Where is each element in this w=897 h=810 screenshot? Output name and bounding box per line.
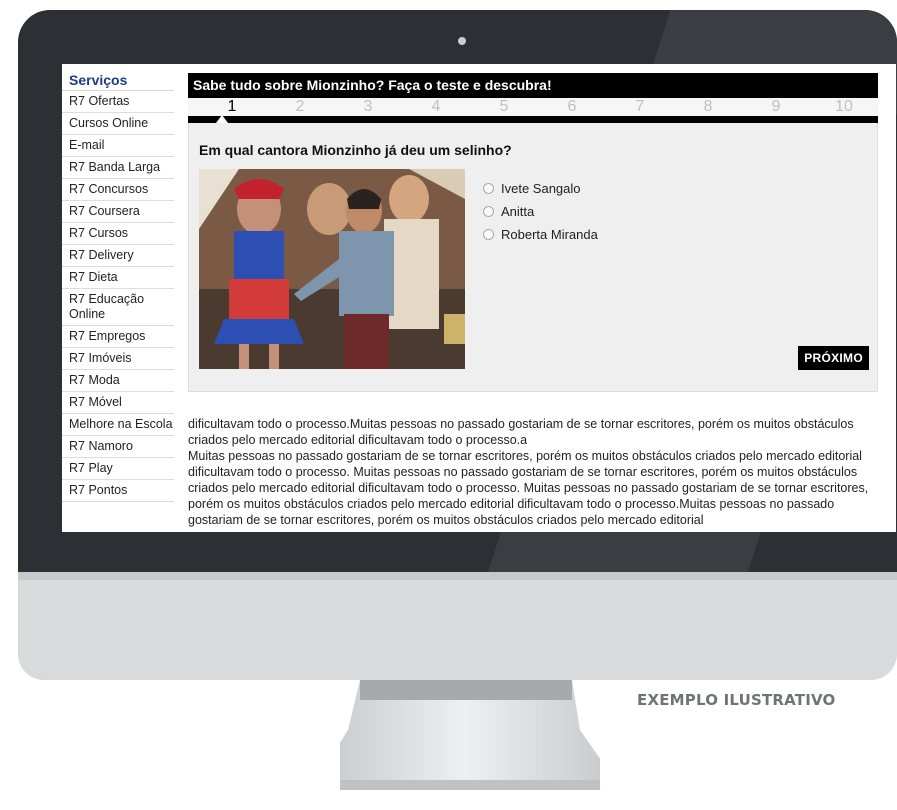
sidebar-item-moda[interactable]: R7 Moda bbox=[62, 370, 174, 392]
sidebar-item-pontos[interactable]: R7 Pontos bbox=[62, 480, 174, 502]
sidebar-item-dieta[interactable]: R7 Dieta bbox=[62, 267, 174, 289]
sidebar-list: R7 Ofertas Cursos Online E-mail R7 Banda… bbox=[62, 91, 174, 502]
step-8[interactable]: 8 bbox=[674, 98, 742, 116]
step-3[interactable]: 3 bbox=[334, 98, 402, 116]
services-sidebar: Serviços R7 Ofertas Cursos Online E-mail… bbox=[62, 64, 174, 502]
radio-button[interactable] bbox=[483, 229, 494, 240]
sidebar-item-banda-larga[interactable]: R7 Banda Larga bbox=[62, 157, 174, 179]
sidebar-item-melhore-na-escola[interactable]: Melhore na Escola bbox=[62, 414, 174, 436]
radio-button[interactable] bbox=[483, 183, 494, 194]
current-step-indicator bbox=[216, 115, 228, 123]
sidebar-item-cursos[interactable]: R7 Cursos bbox=[62, 223, 174, 245]
option-label: Ivete Sangalo bbox=[501, 181, 581, 196]
step-2[interactable]: 2 bbox=[266, 98, 334, 116]
step-4[interactable]: 4 bbox=[402, 98, 470, 116]
quiz-title: Sabe tudo sobre Mionzinho? Faça o teste … bbox=[188, 73, 878, 98]
step-6[interactable]: 6 bbox=[538, 98, 606, 116]
step-1[interactable]: 1 bbox=[198, 98, 266, 116]
camera-icon bbox=[458, 37, 466, 45]
sidebar-item-empregos[interactable]: R7 Empregos bbox=[62, 326, 174, 348]
option-roberta-miranda[interactable]: Roberta Miranda bbox=[483, 223, 598, 246]
monitor-stand bbox=[340, 680, 600, 790]
sidebar-item-r7-ofertas[interactable]: R7 Ofertas bbox=[62, 91, 174, 113]
step-10[interactable]: 10 bbox=[810, 98, 878, 116]
answer-options: Ivete Sangalo Anitta Roberta Miranda bbox=[483, 177, 598, 246]
sidebar-item-play[interactable]: R7 Play bbox=[62, 458, 174, 480]
quiz-widget: Sabe tudo sobre Mionzinho? Faça o teste … bbox=[188, 73, 878, 392]
option-ivete-sangalo[interactable]: Ivete Sangalo bbox=[483, 177, 598, 200]
sidebar-item-movel[interactable]: R7 Móvel bbox=[62, 392, 174, 414]
option-label: Anitta bbox=[501, 204, 535, 219]
chin-shadow bbox=[18, 572, 897, 580]
illustrative-caption: EXEMPLO ILUSTRATIVO bbox=[637, 691, 836, 709]
sidebar-title: Serviços bbox=[62, 64, 174, 91]
next-button[interactable]: PRÓXIMO bbox=[798, 346, 869, 370]
quiz-photo bbox=[199, 169, 465, 369]
sidebar-item-coursera[interactable]: R7 Coursera bbox=[62, 201, 174, 223]
article-paragraph: dificultavam todo o processo.Muitas pess… bbox=[188, 417, 854, 447]
option-anitta[interactable]: Anitta bbox=[483, 200, 598, 223]
sidebar-item-delivery[interactable]: R7 Delivery bbox=[62, 245, 174, 267]
sidebar-item-educacao-online[interactable]: R7 Educação Online bbox=[62, 289, 174, 326]
radio-button[interactable] bbox=[483, 206, 494, 217]
sidebar-item-namoro[interactable]: R7 Namoro bbox=[62, 436, 174, 458]
question-text: Em qual cantora Mionzinho já deu um seli… bbox=[199, 142, 512, 158]
step-9[interactable]: 9 bbox=[742, 98, 810, 116]
screen: Serviços R7 Ofertas Cursos Online E-mail… bbox=[62, 64, 896, 532]
sidebar-item-email[interactable]: E-mail bbox=[62, 135, 174, 157]
step-progress-bar bbox=[188, 115, 878, 123]
sidebar-item-imoveis[interactable]: R7 Imóveis bbox=[62, 348, 174, 370]
option-label: Roberta Miranda bbox=[501, 227, 598, 242]
article-text: dificultavam todo o processo.Muitas pess… bbox=[188, 416, 878, 528]
sidebar-item-concursos[interactable]: R7 Concursos bbox=[62, 179, 174, 201]
monitor-chin bbox=[18, 572, 897, 680]
quiz-steps: 1 2 3 4 5 6 7 8 9 10 bbox=[188, 98, 878, 116]
quiz-body: Em qual cantora Mionzinho já deu um seli… bbox=[188, 123, 878, 392]
step-5[interactable]: 5 bbox=[470, 98, 538, 116]
article-paragraph: Muitas pessoas no passado gostariam de s… bbox=[188, 449, 869, 527]
sidebar-item-cursos-online[interactable]: Cursos Online bbox=[62, 113, 174, 135]
step-7[interactable]: 7 bbox=[606, 98, 674, 116]
